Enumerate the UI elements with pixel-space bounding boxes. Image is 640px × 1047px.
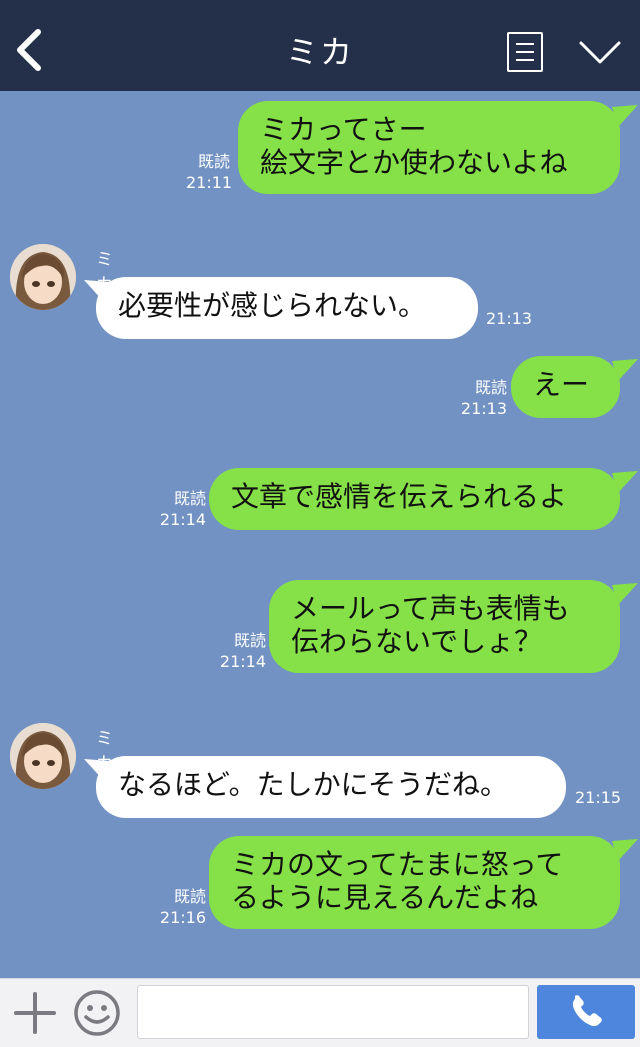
message-time: 21:16 <box>159 908 206 927</box>
message-bubble[interactable]: ミカの文ってたまに怒って るように見えるんだよね <box>209 836 620 929</box>
chevron-down-icon[interactable] <box>578 40 622 66</box>
message-time: 21:13 <box>460 399 507 418</box>
bubble-tail <box>612 583 638 605</box>
smiley-icon[interactable] <box>73 989 121 1037</box>
message-time: 21:15 <box>575 788 622 807</box>
read-receipt: 既読 <box>474 378 507 397</box>
bubble-tail <box>612 359 638 381</box>
bubble-tail <box>612 105 638 127</box>
read-receipt: 既読 <box>173 887 206 906</box>
message-meta: 既読 21:11 <box>186 151 233 193</box>
message-bubble[interactable]: 文章で感情を伝えられるよ <box>209 468 620 530</box>
message-meta: 既読 21:16 <box>156 886 206 928</box>
message-list[interactable]: 既読 21:11 ミカってさー 絵文字とか使わないよね ミカ 必要性が感じられな… <box>0 91 640 978</box>
read-receipt: 既読 <box>233 631 266 650</box>
phone-icon <box>572 995 602 1027</box>
chat-header: ミカ <box>0 0 640 91</box>
avatar[interactable] <box>10 723 76 789</box>
avatar[interactable] <box>10 244 76 310</box>
bubble-tail <box>612 471 638 493</box>
plus-icon[interactable] <box>14 992 56 1034</box>
message-meta: 既読 21:14 <box>156 488 206 530</box>
message-bubble[interactable]: メールって声も表情も 伝わらないでしょ？ <box>269 580 620 673</box>
list-menu-icon[interactable] <box>507 32 543 72</box>
avatar-image <box>10 723 76 789</box>
message-bubble[interactable]: えー <box>511 356 620 418</box>
read-receipt: 既読 <box>173 489 206 508</box>
message-bubble[interactable]: なるほど。たしかにそうだね。 <box>96 756 566 818</box>
bubble-tail <box>612 839 638 861</box>
message-time: 21:14 <box>219 652 266 671</box>
message-time: 21:13 <box>486 309 533 328</box>
call-button[interactable] <box>537 985 635 1039</box>
message-meta: 既読 21:14 <box>216 630 266 672</box>
message-time: 21:14 <box>159 510 206 529</box>
message-bubble[interactable]: ミカってさー 絵文字とか使わないよね <box>238 101 620 194</box>
message-bubble[interactable]: 必要性が感じられない。 <box>96 277 478 339</box>
avatar-image <box>10 244 76 310</box>
message-input[interactable] <box>137 985 529 1039</box>
chat-title: ミカ <box>285 33 354 71</box>
read-receipt: 既読 <box>197 152 230 171</box>
composer-bar <box>0 978 640 1047</box>
message-meta: 既読 21:13 <box>457 377 507 419</box>
message-time: 21:11 <box>186 173 233 192</box>
